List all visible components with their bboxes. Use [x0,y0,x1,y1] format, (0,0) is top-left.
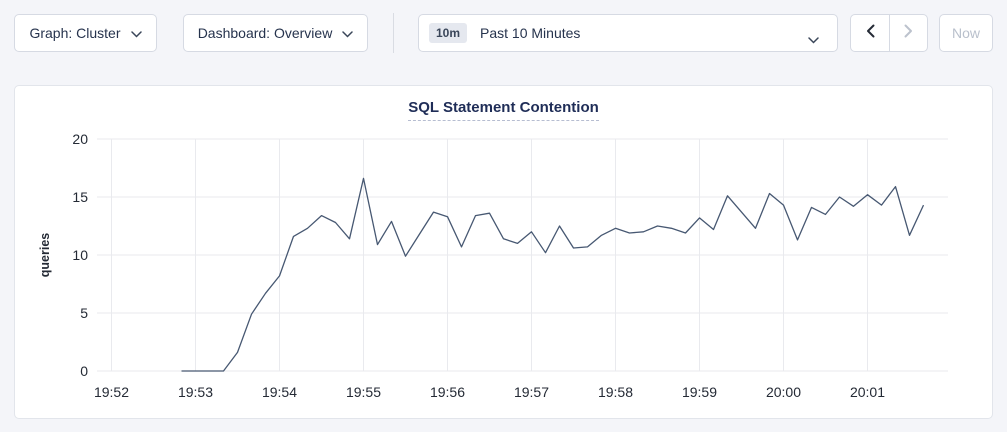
y-tick-label: 15 [72,189,88,205]
chart-title[interactable]: SQL Statement Contention [408,99,599,121]
y-tick-label: 0 [80,363,88,379]
time-nav-group [850,14,928,52]
x-tick-label: 19:58 [598,384,633,400]
y-tick-label: 20 [72,131,88,147]
time-range-dropdown[interactable]: 10m Past 10 Minutes [418,14,838,52]
x-tick-label: 19:56 [430,384,465,400]
y-axis-label: queries [38,233,52,278]
x-tick-label: 19:53 [178,384,213,400]
x-tick-label: 20:01 [850,384,885,400]
x-tick-label: 19:59 [682,384,717,400]
x-tick-label: 19:55 [346,384,381,400]
chart-panel: SQL Statement Contention 0 5 10 15 20 19:52 19… [14,85,993,419]
line-chart: 0 5 10 15 20 19:52 19:53 19:54 19:55 19:56 19:57 19… [15,86,992,418]
toolbar: Graph: Cluster Dashboard: Overview 10m P… [0,0,1007,52]
y-tick-label: 10 [72,247,88,263]
now-button-label: Now [952,25,980,41]
graph-dropdown[interactable]: Graph: Cluster [14,14,157,52]
time-prev-button[interactable] [851,15,889,51]
chevron-left-icon [866,24,875,43]
graph-dropdown-label: Graph: Cluster [29,25,120,41]
y-tick-label: 5 [80,305,88,321]
chart-title-row: SQL Statement Contention [15,99,992,121]
chevron-down-icon [808,31,819,49]
time-range-label: Past 10 Minutes [480,25,580,41]
time-range-badge: 10m [429,23,467,43]
dashboard-dropdown-label: Dashboard: Overview [198,25,333,41]
chevron-down-icon [342,25,353,41]
chevron-right-icon [904,24,913,43]
chevron-down-icon [131,25,142,41]
toolbar-divider [393,13,394,53]
x-tick-label: 19:52 [94,384,129,400]
now-button[interactable]: Now [939,14,993,52]
series-line [182,178,924,371]
x-tick-label: 19:57 [514,384,549,400]
time-next-button[interactable] [889,15,927,51]
x-tick-label: 20:00 [766,384,801,400]
dashboard-dropdown[interactable]: Dashboard: Overview [183,14,368,52]
x-tick-label: 19:54 [262,384,297,400]
